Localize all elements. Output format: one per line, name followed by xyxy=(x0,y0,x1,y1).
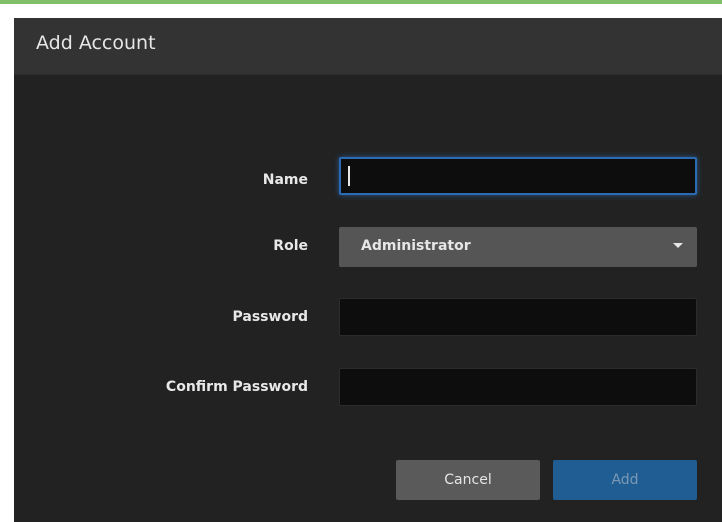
confirm-password-input[interactable] xyxy=(339,368,697,406)
add-button[interactable]: Add xyxy=(553,460,697,500)
cancel-button[interactable]: Cancel xyxy=(396,460,540,500)
top-accent-bar xyxy=(0,0,722,4)
name-input[interactable] xyxy=(339,157,697,195)
text-caret xyxy=(348,166,350,186)
chevron-down-icon xyxy=(673,243,683,248)
name-label: Name xyxy=(262,172,308,188)
password-input[interactable] xyxy=(339,298,697,336)
role-select-value: Administrator xyxy=(361,238,471,254)
dialog-header: Add Account xyxy=(14,18,722,75)
page-frame: Add Account Name Role Administrator Pass… xyxy=(0,0,722,522)
role-label: Role xyxy=(273,238,308,254)
add-account-dialog: Add Account Name Role Administrator Pass… xyxy=(14,18,722,522)
confirm-password-label: Confirm Password xyxy=(165,379,308,395)
dialog-title: Add Account xyxy=(36,32,156,54)
password-label: Password xyxy=(232,309,308,325)
role-select[interactable]: Administrator xyxy=(339,227,697,267)
